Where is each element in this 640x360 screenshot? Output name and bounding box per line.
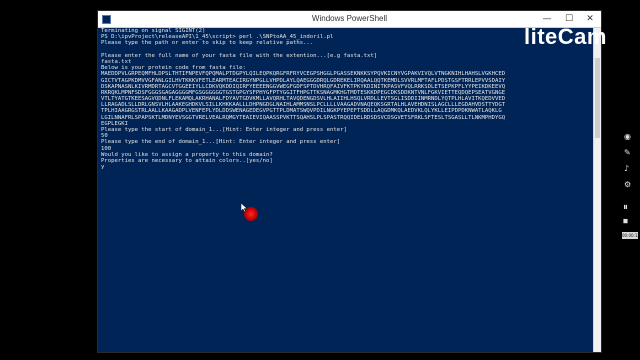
powershell-window[interactable]: Windows PowerShell — ☐ ✕ Terminating on … — [97, 10, 602, 353]
window-title: Windows PowerShell — [311, 14, 388, 23]
pause-icon[interactable]: ⏸ — [623, 202, 628, 213]
recording-timer: 00:00:12 — [622, 232, 640, 239]
stop-icon[interactable]: ⏹ — [623, 216, 628, 227]
speaker-icon[interactable]: ♪ — [624, 164, 629, 173]
vertical-scrollbar[interactable] — [593, 28, 601, 352]
console-output[interactable]: Terminating on signal SIGINT(2) PS D:\ip… — [101, 28, 591, 352]
recorder-watermark: liteCam — [524, 24, 607, 49]
scroll-thumb[interactable] — [595, 58, 600, 138]
settings-icon[interactable]: ⚙ — [624, 180, 631, 189]
mouse-pointer-icon — [241, 203, 248, 213]
camera-icon[interactable]: ◉ — [624, 132, 631, 141]
console-input-line[interactable]: y — [101, 164, 591, 170]
recorder-toolbar: ◉ ✎ ♪ ⚙ ⏸ ⏹ — [620, 128, 640, 243]
pen-icon[interactable]: ✎ — [624, 148, 631, 157]
